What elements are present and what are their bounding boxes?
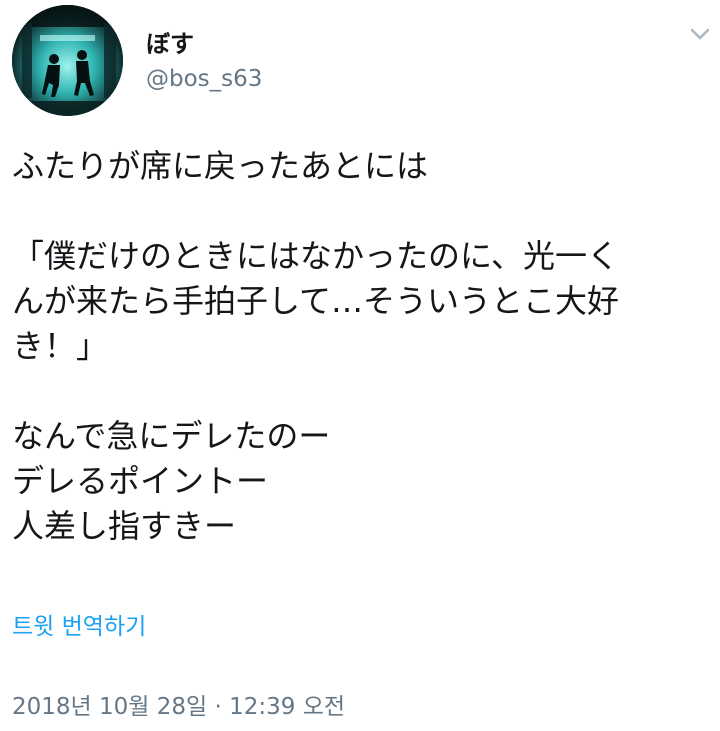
chevron-down-icon[interactable] — [686, 20, 714, 48]
tweet-line: なんで急にデレたのー — [12, 417, 331, 455]
tweet-line: き！」 — [12, 327, 109, 365]
avatar-image — [12, 5, 123, 116]
avatar[interactable] — [12, 5, 123, 116]
display-name[interactable]: ぼす — [146, 28, 194, 60]
tweet-timestamp[interactable]: 2018년 10월 28일 · 12:39 오전 — [12, 691, 345, 723]
tweet-line: デレるポイントー — [12, 462, 269, 500]
tweet-line — [12, 189, 712, 234]
tweet-line: ふたりが席に戻ったあとには — [12, 147, 429, 185]
tweet-line — [12, 369, 712, 414]
tweet-line: 「僕だけのときにはなかったのに、光一く — [12, 237, 620, 275]
translate-tweet-link[interactable]: 트윗 번역하기 — [12, 611, 146, 643]
tweet-line: んが来たら手拍子して…そういうとこ大好 — [12, 282, 620, 320]
tweet-text: ふたりが席に戻ったあとには 「僕だけのときにはなかったのに、光一く んが来たら手… — [12, 144, 712, 549]
user-handle[interactable]: @bos_s63 — [146, 63, 262, 95]
tweet-line: 人差し指すきー — [12, 507, 237, 545]
